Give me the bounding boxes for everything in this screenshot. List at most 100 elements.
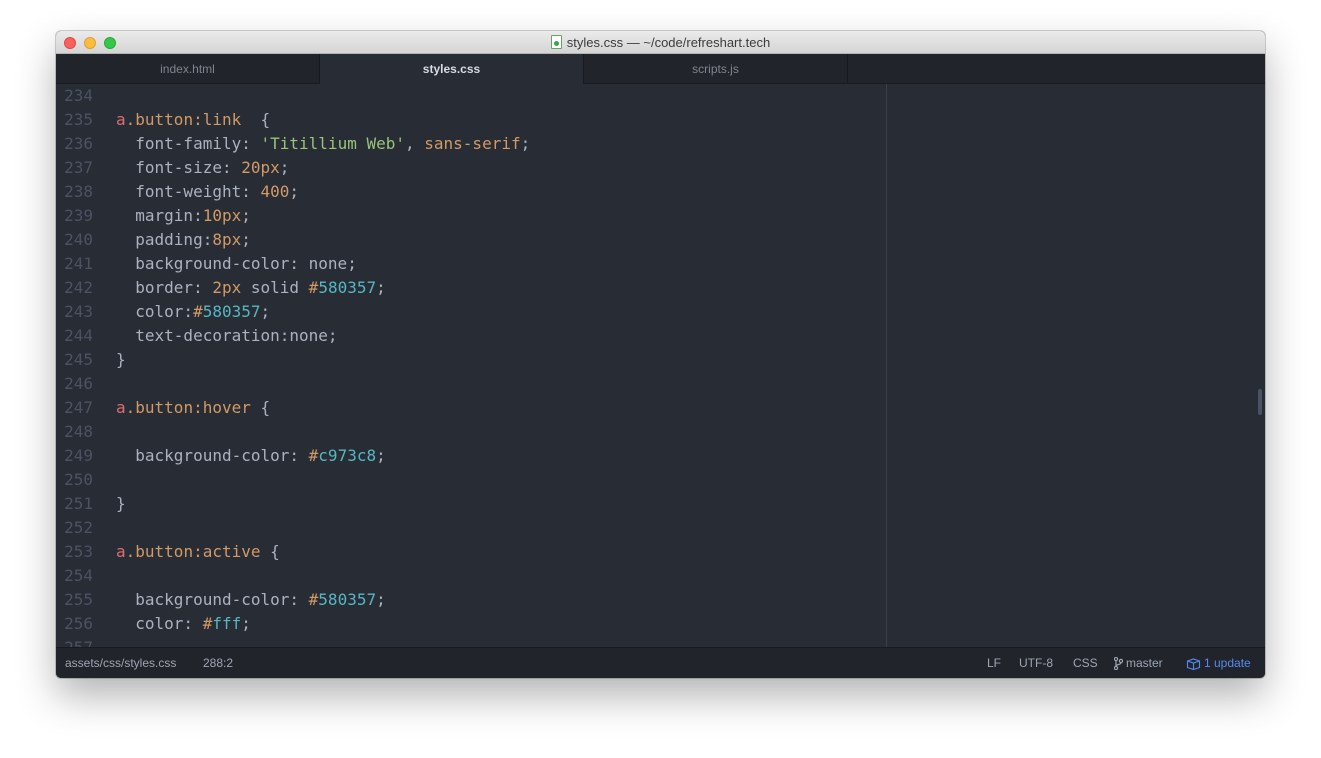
line-number: 237 bbox=[64, 158, 93, 177]
line-number: 251 bbox=[64, 494, 93, 513]
line-number: 236 bbox=[64, 134, 93, 153]
branch-name: master bbox=[1126, 656, 1163, 670]
code-token: background-color: bbox=[116, 590, 309, 609]
status-bar: assets/css/styles.css 288:2 LF UTF-8 CSS… bbox=[56, 647, 1265, 678]
code-text: } bbox=[116, 492, 126, 516]
cursor-position[interactable]: 288:2 bbox=[203, 648, 233, 678]
code-text: font-family: 'Titillium Web', sans-serif… bbox=[116, 132, 530, 156]
code-token: .button:link bbox=[125, 110, 242, 129]
code-token: font-weight: bbox=[116, 182, 261, 201]
code-token: ; bbox=[279, 158, 290, 177]
code-token: ; bbox=[376, 590, 386, 609]
code-text: font-weight: 400; bbox=[116, 180, 299, 204]
code-token: background-color: bbox=[116, 446, 309, 465]
code-text: font-size: 20px; bbox=[116, 156, 289, 180]
line-number: 246 bbox=[64, 374, 93, 393]
code-token: ; bbox=[241, 206, 251, 225]
code-token: a bbox=[116, 398, 126, 417]
code-token: .button:active bbox=[125, 542, 261, 561]
editor-window: styles.css — ~/code/refreshart.tech inde… bbox=[56, 31, 1265, 678]
tab-scripts-js[interactable]: scripts.js bbox=[584, 54, 848, 83]
tab-styles-css[interactable]: styles.css bbox=[320, 54, 584, 84]
code-token: ; bbox=[260, 302, 271, 321]
code-token: font-family: bbox=[116, 134, 261, 153]
code-token: border: bbox=[116, 278, 213, 297]
code-token: # bbox=[308, 278, 319, 297]
code-editor[interactable]: 234 235 a.button:link {236 font-family: 'T… bbox=[56, 84, 1265, 647]
code-token: ; bbox=[376, 446, 386, 465]
line-number: 241 bbox=[64, 254, 93, 273]
code-text: a.button:link { bbox=[116, 108, 270, 132]
line-number: 240 bbox=[64, 230, 93, 249]
code-token: , bbox=[405, 134, 425, 153]
updates-indicator[interactable]: 1 update bbox=[1186, 648, 1251, 678]
tab-label: scripts.js bbox=[692, 61, 739, 76]
title-bar: styles.css — ~/code/refreshart.tech bbox=[56, 31, 1265, 54]
code-token: # bbox=[308, 590, 319, 609]
code-text: border: 2px solid #580357; bbox=[116, 276, 385, 300]
code-text: text-decoration:none; bbox=[116, 324, 338, 348]
code-token: ; bbox=[241, 230, 251, 249]
line-number: 250 bbox=[64, 470, 93, 489]
package-icon bbox=[1186, 658, 1201, 670]
encoding[interactable]: UTF-8 bbox=[1019, 648, 1053, 678]
code-token: { bbox=[241, 110, 271, 129]
code-token: ; bbox=[241, 614, 251, 633]
code-token: sans-serif bbox=[424, 134, 521, 153]
code-token: 8px bbox=[212, 230, 242, 249]
code-token: text-decoration:none; bbox=[116, 326, 338, 345]
code-token: # bbox=[308, 446, 319, 465]
code-token: solid bbox=[241, 278, 309, 297]
code-token: a bbox=[116, 542, 126, 561]
tab-label: styles.css bbox=[422, 62, 481, 76]
code-text: a.button:hover { bbox=[116, 396, 270, 420]
code-text: a.button:active { bbox=[116, 540, 280, 564]
code-text: color:#580357; bbox=[116, 300, 270, 324]
code-text: } bbox=[116, 348, 126, 372]
code-text: margin:10px; bbox=[116, 204, 251, 228]
code-token: 580357 bbox=[318, 278, 377, 297]
wrap-guide bbox=[886, 84, 887, 647]
line-ending[interactable]: LF bbox=[987, 648, 1001, 678]
line-number: 249 bbox=[64, 446, 93, 465]
code-token: 580357 bbox=[202, 302, 261, 321]
code-token: # bbox=[193, 302, 203, 321]
code-token: { bbox=[250, 398, 271, 417]
line-number: 244 bbox=[64, 326, 93, 345]
code-token: a bbox=[116, 110, 126, 129]
line-number: 254 bbox=[64, 566, 93, 585]
line-number: 252 bbox=[64, 518, 93, 537]
line-number: 256 bbox=[64, 614, 93, 633]
code-token: .button:hover bbox=[125, 398, 251, 417]
tab-index-html[interactable]: index.html bbox=[56, 54, 320, 83]
file-path[interactable]: assets/css/styles.css bbox=[65, 648, 176, 678]
code-token: font-size: bbox=[116, 158, 242, 177]
grammar[interactable]: CSS bbox=[1073, 648, 1098, 678]
tab-bar: index.html styles.css scripts.js bbox=[56, 54, 1265, 84]
css-file-icon bbox=[550, 35, 562, 49]
line-number: 239 bbox=[64, 206, 93, 225]
line-number: 257 bbox=[56, 636, 93, 647]
window-title: styles.css — ~/code/refreshart.tech bbox=[566, 34, 771, 50]
code-text: background-color: #c973c8; bbox=[116, 444, 386, 468]
code-token: c973c8 bbox=[318, 446, 377, 465]
line-number: 234 bbox=[64, 86, 93, 105]
code-text: background-color: none; bbox=[116, 252, 357, 276]
code-token: 20px bbox=[241, 158, 280, 177]
git-branch-icon bbox=[1114, 657, 1123, 671]
code-token: 580357 bbox=[318, 590, 377, 609]
code-token: 400 bbox=[260, 182, 290, 201]
code-token: 'Titillium Web' bbox=[260, 134, 406, 153]
git-branch[interactable]: master bbox=[1114, 648, 1163, 678]
code-token: padding: bbox=[116, 230, 213, 249]
code-token: color: bbox=[116, 614, 203, 633]
line-number: 253 bbox=[64, 542, 93, 561]
scrollbar-thumb[interactable] bbox=[1258, 389, 1262, 415]
window-title-area: styles.css — ~/code/refreshart.tech bbox=[56, 31, 1265, 53]
code-token: color: bbox=[116, 302, 194, 321]
code-token: 2px bbox=[212, 278, 242, 297]
code-token: } bbox=[116, 350, 126, 369]
code-token: background-color: none; bbox=[116, 254, 357, 273]
code-token: # bbox=[202, 614, 213, 633]
updates-label: 1 update bbox=[1204, 656, 1251, 670]
